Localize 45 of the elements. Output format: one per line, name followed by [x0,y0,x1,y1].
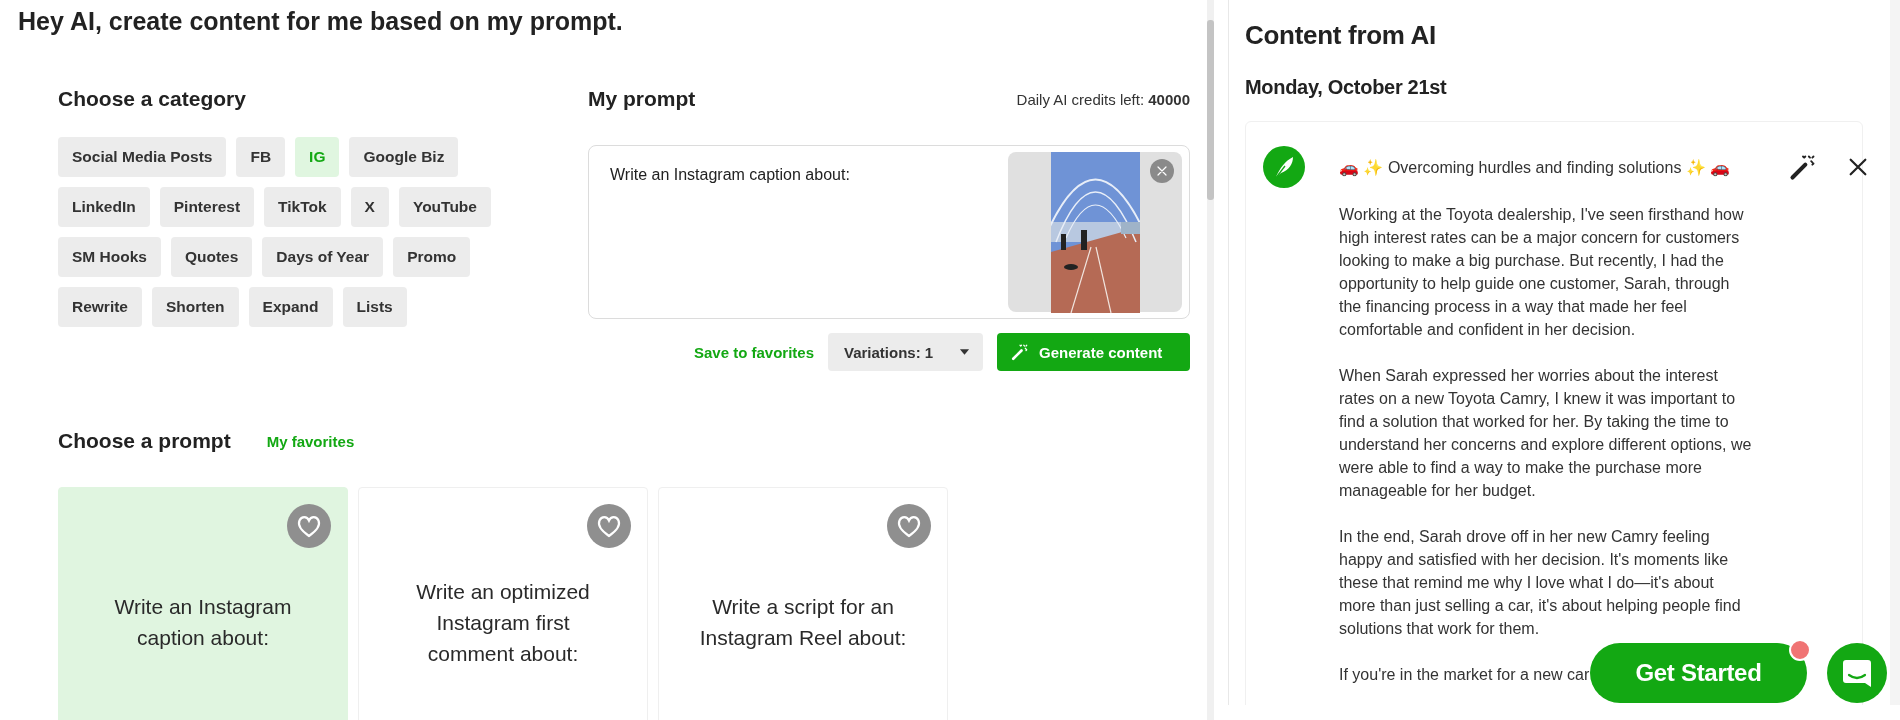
page-heading: Hey AI, create content for me based on my prompt. [18,6,624,36]
category-chip[interactable]: LinkedIn [58,187,150,227]
chat-icon[interactable] [1827,643,1887,703]
prompt-text: Write a script for an Instagram Reel about: [698,594,908,651]
category-chip[interactable]: Promo [393,237,471,277]
result-paragraph: Working at the Toyota dealership, I've seen firsthand how high interest rates can be a major concern for customers looking to make a big purchase. But recently, I had the opportunity to help guide one customer, Sarah, through the financing process in a way that made her feel comfortable and confident in her decision. [1339,205,1745,340]
category-chip[interactable]: SM Hooks [58,237,161,277]
category-chip[interactable]: TikTok [264,187,341,227]
date-heading: Monday, October 21st [1245,76,1448,99]
variations-dropdown[interactable]: Variations: 1 [828,333,983,371]
section-title: My prompt [588,86,696,112]
category-chip[interactable]: Rewrite [58,287,142,327]
section-title: Choose a prompt [58,429,231,453]
prompt-text: Write an Instagram caption about: [113,594,293,651]
remove-icon[interactable] [1150,159,1174,183]
category-chip[interactable]: YouTube [398,187,491,227]
category-chip[interactable]: Shorten [152,287,239,327]
category-chip[interactable]: Lists [342,287,407,327]
category-chip[interactable]: Days of Year [262,237,384,277]
scrollbar[interactable] [1207,0,1214,720]
prompt-text: Write an optimized Instagram first comment about: [415,578,591,667]
feather-icon [1263,146,1305,188]
caret-icon [959,348,970,356]
result-paragraph: If you're in the market for a new car [1339,665,1590,685]
category-chip[interactable]: X [350,187,389,227]
prompt-field[interactable]: Write an Instagram caption about: [588,145,1190,319]
category-chip[interactable]: Expand [248,287,333,327]
result-paragraph: In the end, Sarah drove off in her new Camry feeling happy and satisfied with her decision. It's moments like these that remind me why I love what I do—it's about more than just selling a car, it's about helping people find solutions that work for them. [1339,527,1742,639]
prompt-card[interactable]: Write an Instagram caption about: [58,487,348,720]
wand-icon[interactable] [1789,153,1817,181]
credits-counter: Daily AI credits left: 40000 [1016,90,1190,108]
section-title: Choose a category [58,86,247,112]
prompt-card[interactable]: Write an optimized Instagram first comment about: [358,487,648,720]
panel-title: Content from AI [1245,20,1437,51]
wand-icon [1011,343,1029,361]
category-chip[interactable]: FB [236,137,286,177]
result-title: 🚗 ✨ Overcoming hurdles and finding solutions ✨ 🚗 [1339,157,1732,177]
result-paragraph: When Sarah expressed her worries about the interest rates on a new Toyota Camry, I knew it was important to find a solution that worked for her. By taking the time to understand her concerns and explore different options, we were able to find a way to make the purchase more manageable for her budget. [1339,366,1753,501]
category-chip[interactable]: Social Media Posts [58,137,227,177]
category-chip[interactable]: Google Biz [349,137,459,177]
prompt-card[interactable]: Write a script for an Instagram Reel about: [658,487,948,720]
close-icon[interactable] [1847,156,1869,178]
prompt-text: Write an Instagram caption about: [610,166,850,183]
category-chip[interactable]: Quotes [170,237,253,277]
category-chip[interactable]: Pinterest [159,187,255,227]
